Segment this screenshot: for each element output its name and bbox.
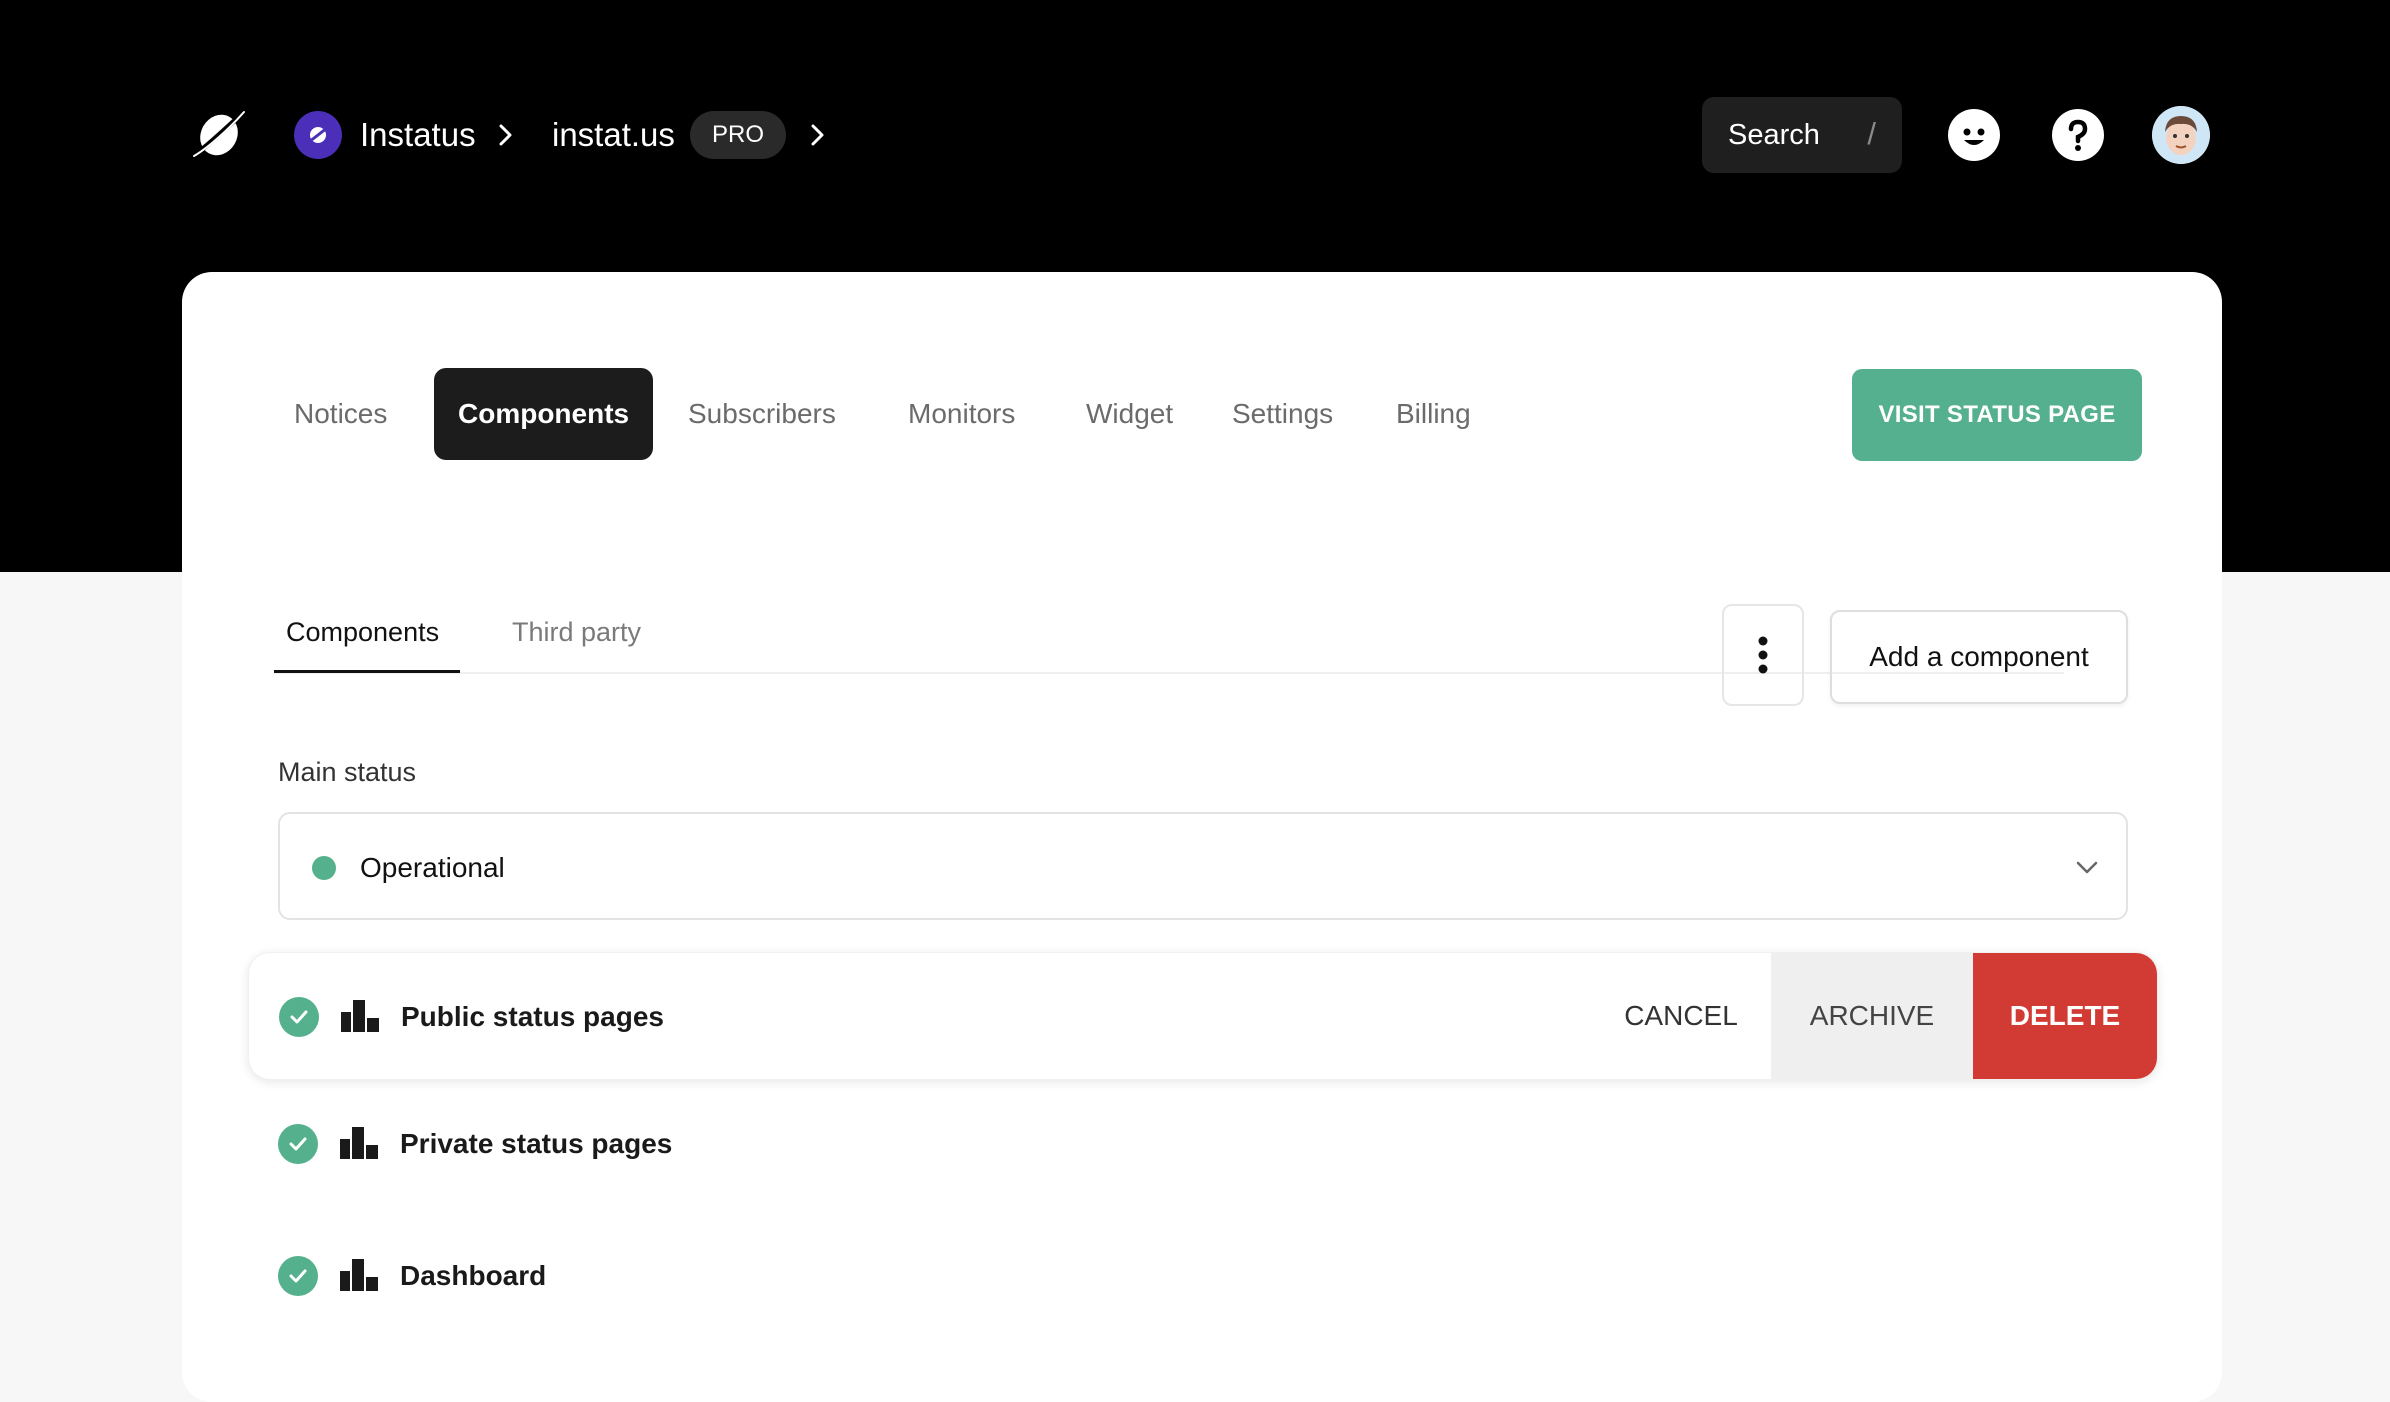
- cancel-button[interactable]: CANCEL: [1603, 953, 1759, 1079]
- bar-chart-icon: [340, 1127, 378, 1159]
- help-icon[interactable]: [2052, 109, 2104, 161]
- delete-button[interactable]: DELETE: [1973, 953, 2157, 1079]
- tab-widget[interactable]: Widget: [1062, 368, 1197, 460]
- breadcrumb-page[interactable]: instat.us: [552, 113, 675, 157]
- breadcrumb-project[interactable]: Instatus: [360, 113, 476, 157]
- add-component-button[interactable]: Add a component: [1830, 610, 2128, 704]
- more-options-button[interactable]: [1722, 604, 1804, 706]
- main-status-value: Operational: [360, 852, 505, 883]
- tab-subscribers[interactable]: Subscribers: [664, 368, 860, 460]
- vertical-dots-icon: [1758, 636, 1768, 674]
- main-status-select[interactable]: Operational: [278, 812, 2128, 920]
- main-card: Notices Components Subscribers Monitors …: [182, 272, 2222, 1402]
- chevron-down-icon: [2074, 854, 2100, 880]
- user-avatar[interactable]: [2152, 106, 2210, 164]
- tab-billing[interactable]: Billing: [1372, 368, 1495, 460]
- search-label: Search: [1728, 119, 1820, 151]
- search-button[interactable]: Search /: [1702, 97, 1902, 173]
- tab-notices[interactable]: Notices: [270, 368, 411, 460]
- archive-button[interactable]: ARCHIVE: [1771, 953, 1973, 1079]
- component-name: Public status pages: [401, 1001, 664, 1032]
- check-circle-icon: [278, 1256, 318, 1296]
- tab-monitors[interactable]: Monitors: [884, 368, 1039, 460]
- tab-components[interactable]: Components: [434, 368, 654, 460]
- component-name: Dashboard: [400, 1260, 547, 1291]
- chevron-right-icon[interactable]: [804, 122, 830, 148]
- project-avatar[interactable]: [294, 111, 342, 159]
- top-header: Instatus instat.us PRO Search /: [0, 0, 2390, 272]
- status-dot: [312, 856, 336, 880]
- search-shortcut: /: [1867, 116, 1876, 151]
- main-status-label: Main status: [278, 757, 417, 787]
- smiley-icon[interactable]: [1948, 109, 2000, 161]
- visit-status-page-button[interactable]: VISIT STATUS PAGE: [1852, 369, 2142, 461]
- tab-settings[interactable]: Settings: [1208, 368, 1357, 460]
- check-circle-icon: [279, 997, 319, 1037]
- bar-chart-icon: [340, 1259, 378, 1291]
- active-subtab-indicator: [274, 670, 460, 673]
- component-name: Private status pages: [400, 1128, 673, 1159]
- plan-badge: PRO: [690, 111, 786, 159]
- subtab-components[interactable]: Components: [286, 592, 439, 672]
- planet-logo-icon[interactable]: [192, 104, 246, 166]
- component-row[interactable]: Dashboard: [248, 1212, 2158, 1340]
- bar-chart-icon: [341, 1000, 379, 1032]
- chevron-right-icon: [492, 122, 518, 148]
- check-circle-icon: [278, 1124, 318, 1164]
- component-row[interactable]: Public status pages CANCEL ARCHIVE DELET…: [248, 952, 2158, 1080]
- subtab-third-party[interactable]: Third party: [512, 592, 641, 672]
- component-row[interactable]: Private status pages: [248, 1080, 2158, 1208]
